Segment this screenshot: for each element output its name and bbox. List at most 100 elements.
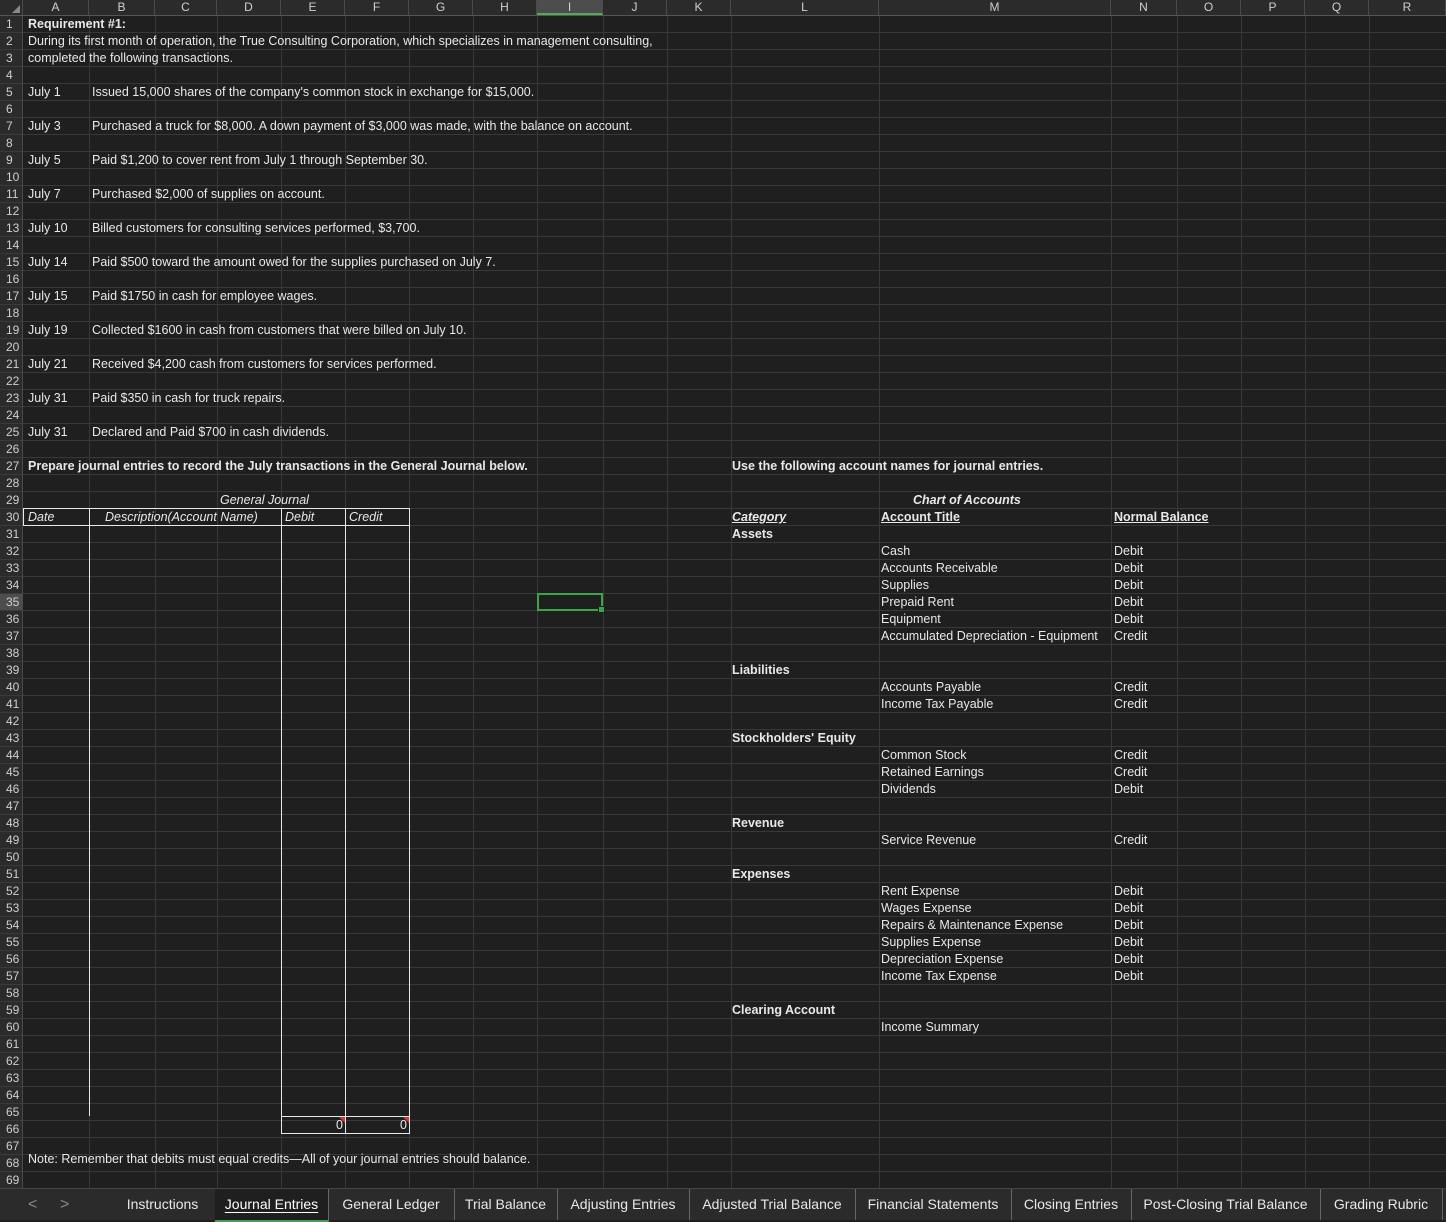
row-header-42[interactable]: 42 [0,713,22,730]
column-header-h[interactable]: H [473,0,537,15]
row-header-2[interactable]: 2 [0,33,22,50]
row-header-5[interactable]: 5 [0,84,22,101]
row-header-36[interactable]: 36 [0,611,22,628]
row-header-67[interactable]: 67 [0,1138,22,1155]
row-header-29[interactable]: 29 [0,492,22,509]
row-header-40[interactable]: 40 [0,679,22,696]
column-header-n[interactable]: N [1111,0,1177,15]
sheet-tab-financial-statements[interactable]: Financial Statements [855,1189,1012,1220]
row-header-13[interactable]: 13 [0,220,22,237]
row-header-55[interactable]: 55 [0,934,22,951]
sheet-tab-grading-rubric[interactable]: Grading Rubric [1320,1189,1443,1220]
row-header-60[interactable]: 60 [0,1019,22,1036]
row-header-1[interactable]: 1 [0,16,22,33]
row-header-64[interactable]: 64 [0,1087,22,1104]
total-credit-cell[interactable]: 0 [346,1117,407,1134]
row-header-30[interactable]: 30 [0,509,22,526]
row-header-69[interactable]: 69 [0,1172,22,1189]
row-header-59[interactable]: 59 [0,1002,22,1019]
prev-sheet-arrow[interactable]: < [28,1189,37,1220]
column-header-r[interactable]: R [1369,0,1446,15]
column-header-g[interactable]: G [409,0,473,15]
row-header-3[interactable]: 3 [0,50,22,67]
row-header-10[interactable]: 10 [0,169,22,186]
column-header-k[interactable]: K [667,0,731,15]
row-header-43[interactable]: 43 [0,730,22,747]
column-header-q[interactable]: Q [1305,0,1369,15]
row-header-47[interactable]: 47 [0,798,22,815]
sheet-tab-trial-balance[interactable]: Trial Balance [454,1189,558,1220]
row-header-65[interactable]: 65 [0,1104,22,1121]
row-header-50[interactable]: 50 [0,849,22,866]
row-header-4[interactable]: 4 [0,67,22,84]
sheet-tab-general-ledger[interactable]: General Ledger [328,1189,455,1220]
column-header-o[interactable]: O [1177,0,1241,15]
row-header-35[interactable]: 35 [0,594,22,611]
row-header-45[interactable]: 45 [0,764,22,781]
total-debit-cell[interactable]: 0 [282,1117,343,1134]
row-header-7[interactable]: 7 [0,118,22,135]
row-header-61[interactable]: 61 [0,1036,22,1053]
row-header-68[interactable]: 68 [0,1155,22,1172]
row-header-16[interactable]: 16 [0,271,22,288]
row-header-14[interactable]: 14 [0,237,22,254]
column-header-p[interactable]: P [1241,0,1305,15]
row-header-26[interactable]: 26 [0,441,22,458]
row-header-17[interactable]: 17 [0,288,22,305]
row-header-58[interactable]: 58 [0,985,22,1002]
row-header-63[interactable]: 63 [0,1070,22,1087]
row-header-23[interactable]: 23 [0,390,22,407]
row-header-12[interactable]: 12 [0,203,22,220]
column-header-a[interactable]: A [23,0,89,15]
row-header-18[interactable]: 18 [0,305,22,322]
sheet-tab-closing-entries[interactable]: Closing Entries [1011,1189,1132,1220]
row-header-32[interactable]: 32 [0,543,22,560]
row-header-37[interactable]: 37 [0,628,22,645]
row-header-62[interactable]: 62 [0,1053,22,1070]
row-header-27[interactable]: 27 [0,458,22,475]
row-header-52[interactable]: 52 [0,883,22,900]
row-header-21[interactable]: 21 [0,356,22,373]
row-header-66[interactable]: 66 [0,1121,22,1138]
next-sheet-arrow[interactable]: > [60,1189,69,1220]
row-header-39[interactable]: 39 [0,662,22,679]
sheet-tab-adjusting-entries[interactable]: Adjusting Entries [557,1189,690,1220]
row-header-48[interactable]: 48 [0,815,22,832]
sheet-tab-post-closing-trial-balance[interactable]: Post-Closing Trial Balance [1131,1189,1321,1220]
column-header-e[interactable]: E [281,0,345,15]
row-header-20[interactable]: 20 [0,339,22,356]
row-header-41[interactable]: 41 [0,696,22,713]
column-header-i[interactable]: I [537,0,603,15]
row-header-49[interactable]: 49 [0,832,22,849]
row-header-9[interactable]: 9 [0,152,22,169]
row-header-33[interactable]: 33 [0,560,22,577]
row-header-15[interactable]: 15 [0,254,22,271]
column-header-b[interactable]: B [89,0,155,15]
row-header-57[interactable]: 57 [0,968,22,985]
row-header-46[interactable]: 46 [0,781,22,798]
row-header-28[interactable]: 28 [0,475,22,492]
active-cell-selection[interactable] [537,593,605,613]
row-header-25[interactable]: 25 [0,424,22,441]
row-header-24[interactable]: 24 [0,407,22,424]
row-header-51[interactable]: 51 [0,866,22,883]
sheet-tab-journal-entries[interactable]: Journal Entries [215,1189,329,1222]
row-header-19[interactable]: 19 [0,322,22,339]
row-header-31[interactable]: 31 [0,526,22,543]
row-header-44[interactable]: 44 [0,747,22,764]
sheet-tab-adjusted-trial-balance[interactable]: Adjusted Trial Balance [689,1189,856,1220]
row-header-22[interactable]: 22 [0,373,22,390]
column-header-f[interactable]: F [345,0,409,15]
column-header-m[interactable]: M [879,0,1111,15]
row-header-53[interactable]: 53 [0,900,22,917]
row-header-8[interactable]: 8 [0,135,22,152]
column-header-l[interactable]: L [731,0,879,15]
select-all-corner[interactable] [0,0,23,15]
row-header-34[interactable]: 34 [0,577,22,594]
column-header-j[interactable]: J [603,0,667,15]
row-header-54[interactable]: 54 [0,917,22,934]
column-header-c[interactable]: C [155,0,217,15]
column-header-d[interactable]: D [217,0,281,15]
row-header-56[interactable]: 56 [0,951,22,968]
row-header-6[interactable]: 6 [0,101,22,118]
